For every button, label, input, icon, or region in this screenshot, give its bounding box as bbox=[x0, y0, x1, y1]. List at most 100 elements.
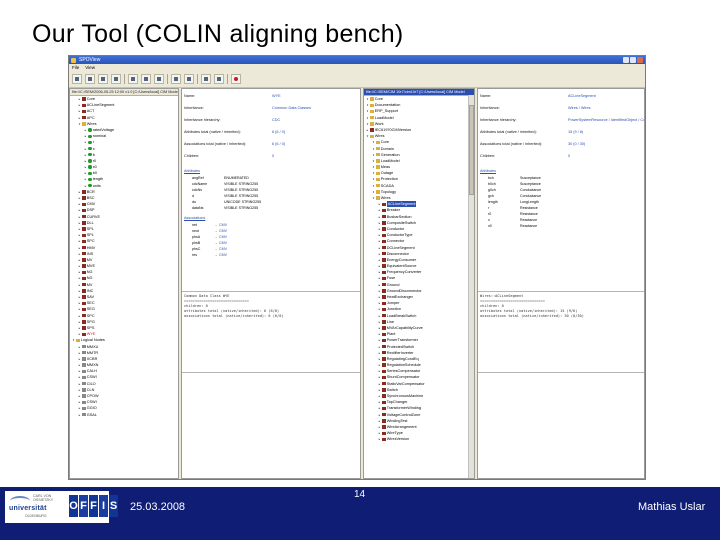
attribute-row[interactable]: gch Conductance bbox=[480, 194, 642, 200]
attribute-icon bbox=[88, 128, 92, 132]
attribute-row[interactable]: cdcName VISIBLE STRING255 bbox=[184, 182, 358, 188]
detail-value[interactable]: Wires / Wires bbox=[568, 105, 591, 111]
expand-toggle-icon[interactable]: ▾ bbox=[372, 195, 375, 201]
class-icon bbox=[382, 252, 386, 256]
menu-view[interactable]: View bbox=[85, 64, 95, 71]
expand-toggle-icon[interactable]: ▸ bbox=[378, 436, 381, 442]
attribute-row[interactable]: r Resistance bbox=[480, 206, 642, 212]
detail-value[interactable]: ACLineSegment bbox=[568, 93, 596, 99]
save-icon[interactable] bbox=[85, 74, 95, 84]
find-icon[interactable] bbox=[128, 74, 138, 84]
detail-value[interactable]: 30 (0 / 30) bbox=[568, 141, 585, 147]
menu-file[interactable]: File bbox=[72, 64, 79, 71]
attribute-row[interactable]: x0 Reactance bbox=[480, 224, 642, 230]
scrollbar-thumb[interactable] bbox=[469, 105, 474, 195]
detail-value[interactable]: WYE bbox=[272, 93, 281, 99]
detail-value[interactable]: 0 bbox=[272, 153, 274, 159]
association-row[interactable]: net → CMV bbox=[184, 223, 358, 229]
class-icon bbox=[82, 221, 86, 225]
open-icon[interactable] bbox=[72, 74, 82, 84]
right-model-tree[interactable]: file://C:/SEM/CIM 10r7/cim10r7 [C:/Users… bbox=[363, 88, 475, 479]
expand-toggle-icon[interactable]: ▾ bbox=[72, 337, 75, 343]
class-icon bbox=[382, 369, 386, 374]
attribute-row[interactable]: d VISIBLE STRING255 bbox=[184, 194, 358, 200]
detail-value[interactable]: CDC bbox=[272, 117, 280, 123]
window-titlebar[interactable]: SPOView bbox=[69, 56, 645, 64]
association-row[interactable]: phsA → CMV bbox=[184, 235, 358, 241]
association-row[interactable]: phsB → CMV bbox=[184, 241, 358, 247]
attribute-row[interactable]: cdcNs VISIBLE STRING255 bbox=[184, 188, 358, 194]
list-icon[interactable] bbox=[141, 74, 151, 84]
right-detail-panel: Name: ACLineSegment Inheritance: Wires / Wi… bbox=[477, 88, 645, 479]
footer-author: Mathias Uslar bbox=[638, 501, 706, 513]
arrow-right-icon: → bbox=[214, 241, 218, 245]
detail-key: Children: bbox=[184, 154, 200, 158]
association-row[interactable]: neut → CMV bbox=[184, 229, 358, 235]
package-icon bbox=[370, 134, 374, 138]
attribute-type: LongLength bbox=[520, 200, 539, 204]
tree-item-label: GSAL bbox=[86, 412, 97, 417]
class-icon bbox=[382, 425, 386, 429]
detail-key: Associations total (native / inherited): bbox=[184, 142, 247, 146]
class-icon bbox=[382, 270, 386, 275]
detail-row: Inheritance: Wires / Wires bbox=[480, 105, 642, 111]
detail-separator bbox=[182, 291, 360, 292]
attribute-row[interactable]: du UNICODE STRING255 bbox=[184, 200, 358, 206]
class-icon bbox=[382, 276, 386, 281]
align-icon[interactable] bbox=[171, 74, 181, 84]
attribute-row[interactable]: b0ch Susceptance bbox=[480, 182, 642, 188]
record-icon[interactable] bbox=[231, 74, 241, 84]
attribute-icon bbox=[88, 134, 92, 138]
detail-row: Inheritance hierarchy: PowerSystemResourc… bbox=[480, 117, 644, 123]
minimize-button[interactable] bbox=[623, 57, 629, 63]
attribute-row[interactable]: r0 Resistance bbox=[480, 212, 642, 218]
offis-logo: O F F I S bbox=[69, 495, 118, 517]
copy-icon[interactable] bbox=[154, 74, 164, 84]
class-icon bbox=[82, 214, 86, 219]
arrow-right-icon: → bbox=[214, 253, 218, 257]
tree-item[interactable]: ▸ WiresVersion bbox=[364, 436, 474, 442]
attribute-row[interactable]: angRef ENUMERATED bbox=[184, 176, 358, 182]
university-logo-text: universität bbox=[9, 505, 47, 512]
reload-icon[interactable] bbox=[111, 74, 121, 84]
detail-value[interactable]: PowerSystemResource / IdentifiedObject /… bbox=[568, 117, 644, 123]
right-tree-scrollbar[interactable] bbox=[468, 95, 474, 478]
swap-icon[interactable] bbox=[201, 74, 211, 84]
association-row[interactable]: res → CMV bbox=[184, 253, 358, 259]
class-icon bbox=[382, 437, 386, 442]
expand-toggle-icon[interactable]: ▸ bbox=[78, 412, 81, 418]
detail-value[interactable]: Common Data Classes bbox=[272, 105, 311, 111]
class-icon bbox=[382, 202, 386, 206]
maximize-button[interactable] bbox=[630, 57, 636, 63]
left-model-tree[interactable]: file://C:/SEM/2006-05-25 12:00 v1.0 [C:/… bbox=[69, 88, 179, 479]
print-icon[interactable] bbox=[98, 74, 108, 84]
association-row[interactable]: phsC → CMV bbox=[184, 247, 358, 253]
logo-box: CARL VON OSSIETZKY universität OLDENBURG… bbox=[5, 491, 118, 523]
detail-value[interactable]: 0 bbox=[568, 153, 570, 159]
close-button[interactable] bbox=[637, 57, 643, 63]
detail-value[interactable]: 15 (9 / 6) bbox=[568, 129, 583, 135]
class-icon bbox=[382, 264, 386, 268]
attribute-row[interactable]: bch Susceptance bbox=[480, 176, 642, 182]
class-icon bbox=[382, 233, 386, 237]
class-icon bbox=[382, 313, 386, 318]
association-target: CMV bbox=[219, 235, 227, 239]
detail-row: Associations total (native / inherited):… bbox=[480, 141, 642, 147]
attribute-row[interactable]: g0ch Conductance bbox=[480, 188, 642, 194]
detail-value[interactable]: 6 (6 / 0) bbox=[272, 141, 285, 147]
attribute-row[interactable]: dataNs VISIBLE STRING255 bbox=[184, 206, 358, 212]
attribute-type: Susceptance bbox=[520, 182, 541, 186]
class-icon bbox=[82, 412, 86, 417]
tree-item[interactable]: ▸ GSAL bbox=[70, 412, 178, 418]
attribute-row[interactable]: length LongLength bbox=[480, 200, 642, 206]
attribute-row[interactable]: x Reactance bbox=[480, 218, 642, 224]
tools-icon[interactable] bbox=[214, 74, 224, 84]
class-icon bbox=[82, 394, 86, 398]
expand-toggle-icon[interactable]: ▾ bbox=[366, 133, 369, 139]
detail-value[interactable]: 6 (6 / 0) bbox=[272, 129, 285, 135]
expand-toggle-icon[interactable]: ▾ bbox=[78, 121, 81, 127]
compare-icon[interactable] bbox=[184, 74, 194, 84]
attribute-type: ENUMERATED bbox=[224, 176, 249, 180]
arrow-right-icon: → bbox=[214, 223, 218, 227]
package-icon bbox=[376, 184, 380, 188]
